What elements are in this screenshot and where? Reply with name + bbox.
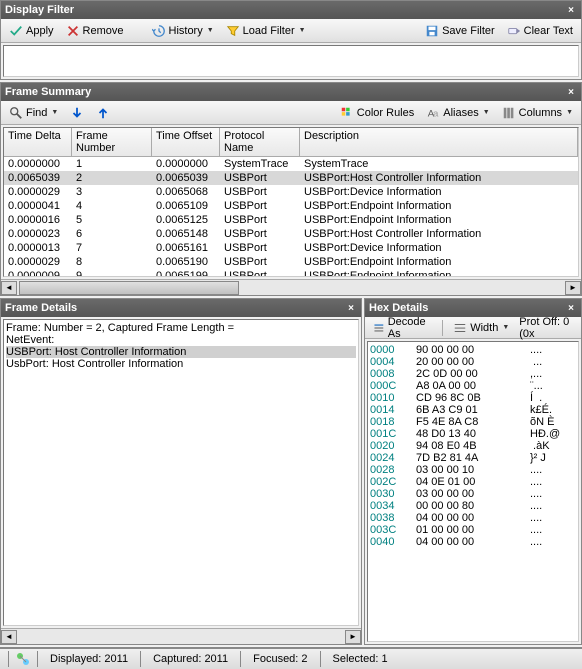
history-button[interactable]: History ▼ <box>148 22 218 40</box>
apply-button[interactable]: Apply <box>5 22 58 40</box>
table-row[interactable]: 0.000002980.0065190USBPortUSBPort:Endpoi… <box>4 255 578 269</box>
decode-as-button[interactable]: Decode As <box>369 314 436 342</box>
hex-row[interactable]: 003804 00 00 00.... <box>370 512 576 524</box>
find-down-button[interactable] <box>66 104 88 122</box>
table-row[interactable]: 0.006503920.0065039USBPortUSBPort:Host C… <box>4 171 578 185</box>
hex-row[interactable]: 002094 08 E0 4B .àK <box>370 440 576 452</box>
table-row[interactable]: 0.000004140.0065109USBPortUSBPort:Endpoi… <box>4 199 578 213</box>
table-row[interactable]: 0.000001650.0065125USBPortUSBPort:Endpoi… <box>4 213 578 227</box>
table-row[interactable]: 0.000000990.0065199USBPortUSBPort:Endpoi… <box>4 269 578 277</box>
filter-input[interactable] <box>3 45 579 77</box>
hex-row[interactable]: 000420 00 00 00 ... <box>370 356 576 368</box>
columns-button[interactable]: Columns ▼ <box>498 104 577 122</box>
width-button[interactable]: Width ▼ <box>449 319 513 337</box>
frame-details-title: Frame Details <box>5 302 77 314</box>
prot-off-label: Prot Off: 0 (0x <box>519 316 577 340</box>
hex-row[interactable]: 000CA8 0A 00 00¨... <box>370 380 576 392</box>
hex-body[interactable]: 000090 00 00 00....000420 00 00 00 ...00… <box>367 341 579 642</box>
status-displayed: Displayed: 2011 <box>44 653 134 665</box>
clear-text-button[interactable]: Clear Text <box>503 22 577 40</box>
display-filter-title: Display Filter <box>5 4 74 16</box>
chevron-down-icon: ▼ <box>483 109 490 116</box>
chevron-down-icon: ▼ <box>51 109 58 116</box>
find-up-button[interactable] <box>92 104 114 122</box>
chevron-down-icon: ▼ <box>299 27 306 34</box>
aliases-button[interactable]: Aa Aliases ▼ <box>422 104 493 122</box>
table-row[interactable]: 0.000002360.0065148USBPortUSBPort:Host C… <box>4 227 578 241</box>
hex-row[interactable]: 00146B A3 C9 01k£É. <box>370 404 576 416</box>
hex-row[interactable]: 00247D B2 81 4A}² J <box>370 452 576 464</box>
table-row[interactable]: 0.000002930.0065068USBPortUSBPort:Device… <box>4 185 578 199</box>
grid-header[interactable]: Time Delta Frame Number Time Offset Prot… <box>4 128 578 157</box>
hex-row[interactable]: 001C48 D0 13 40HÐ.@ <box>370 428 576 440</box>
chevron-down-icon: ▼ <box>502 324 509 331</box>
close-icon[interactable]: × <box>345 302 357 314</box>
hex-row[interactable]: 003C01 00 00 00.... <box>370 524 576 536</box>
status-focused: Focused: 2 <box>247 653 313 665</box>
hex-row[interactable]: 0010CD 96 8C 0BÍ . <box>370 392 576 404</box>
chevron-down-icon: ▼ <box>207 27 214 34</box>
frame-details-body[interactable]: Frame: Number = 2, Captured Frame Length… <box>3 319 359 626</box>
hex-row[interactable]: 002803 00 00 10.... <box>370 464 576 476</box>
remove-button[interactable]: Remove <box>62 22 128 40</box>
table-row[interactable]: 0.000001370.0065161USBPortUSBPort:Device… <box>4 241 578 255</box>
hex-row[interactable]: 0018F5 4E 8A C8õN È <box>370 416 576 428</box>
color-rules-button[interactable]: Color Rules <box>336 104 418 122</box>
find-button[interactable]: Find ▼ <box>5 104 62 122</box>
close-icon[interactable]: × <box>565 302 577 314</box>
status-selected: Selected: 1 <box>327 653 394 665</box>
horizontal-scrollbar[interactable]: ◄ ► <box>1 279 581 295</box>
svg-text:a: a <box>433 108 439 119</box>
save-filter-button[interactable]: Save Filter <box>421 22 499 40</box>
load-filter-button[interactable]: Load Filter ▼ <box>222 22 310 40</box>
close-icon[interactable]: × <box>565 4 577 16</box>
horizontal-scrollbar[interactable]: ◄► <box>1 628 361 644</box>
hex-row[interactable]: 003400 00 00 80.... <box>370 500 576 512</box>
hex-row[interactable]: 002C04 0E 01 00.... <box>370 476 576 488</box>
table-row[interactable]: 0.000000010.0000000SystemTraceSystemTrac… <box>4 157 578 171</box>
status-captured: Captured: 2011 <box>147 653 234 665</box>
close-icon[interactable]: × <box>565 86 577 98</box>
frame-grid[interactable]: Time Delta Frame Number Time Offset Prot… <box>3 127 579 277</box>
status-icon <box>15 651 31 667</box>
frame-summary-title: Frame Summary <box>5 86 91 98</box>
hex-row[interactable]: 003003 00 00 00.... <box>370 488 576 500</box>
hex-row[interactable]: 00082C 0D 00 00,... <box>370 368 576 380</box>
hex-details-title: Hex Details <box>369 302 428 314</box>
hex-row[interactable]: 000090 00 00 00.... <box>370 344 576 356</box>
chevron-down-icon: ▼ <box>566 109 573 116</box>
hex-row[interactable]: 004004 00 00 00.... <box>370 536 576 548</box>
